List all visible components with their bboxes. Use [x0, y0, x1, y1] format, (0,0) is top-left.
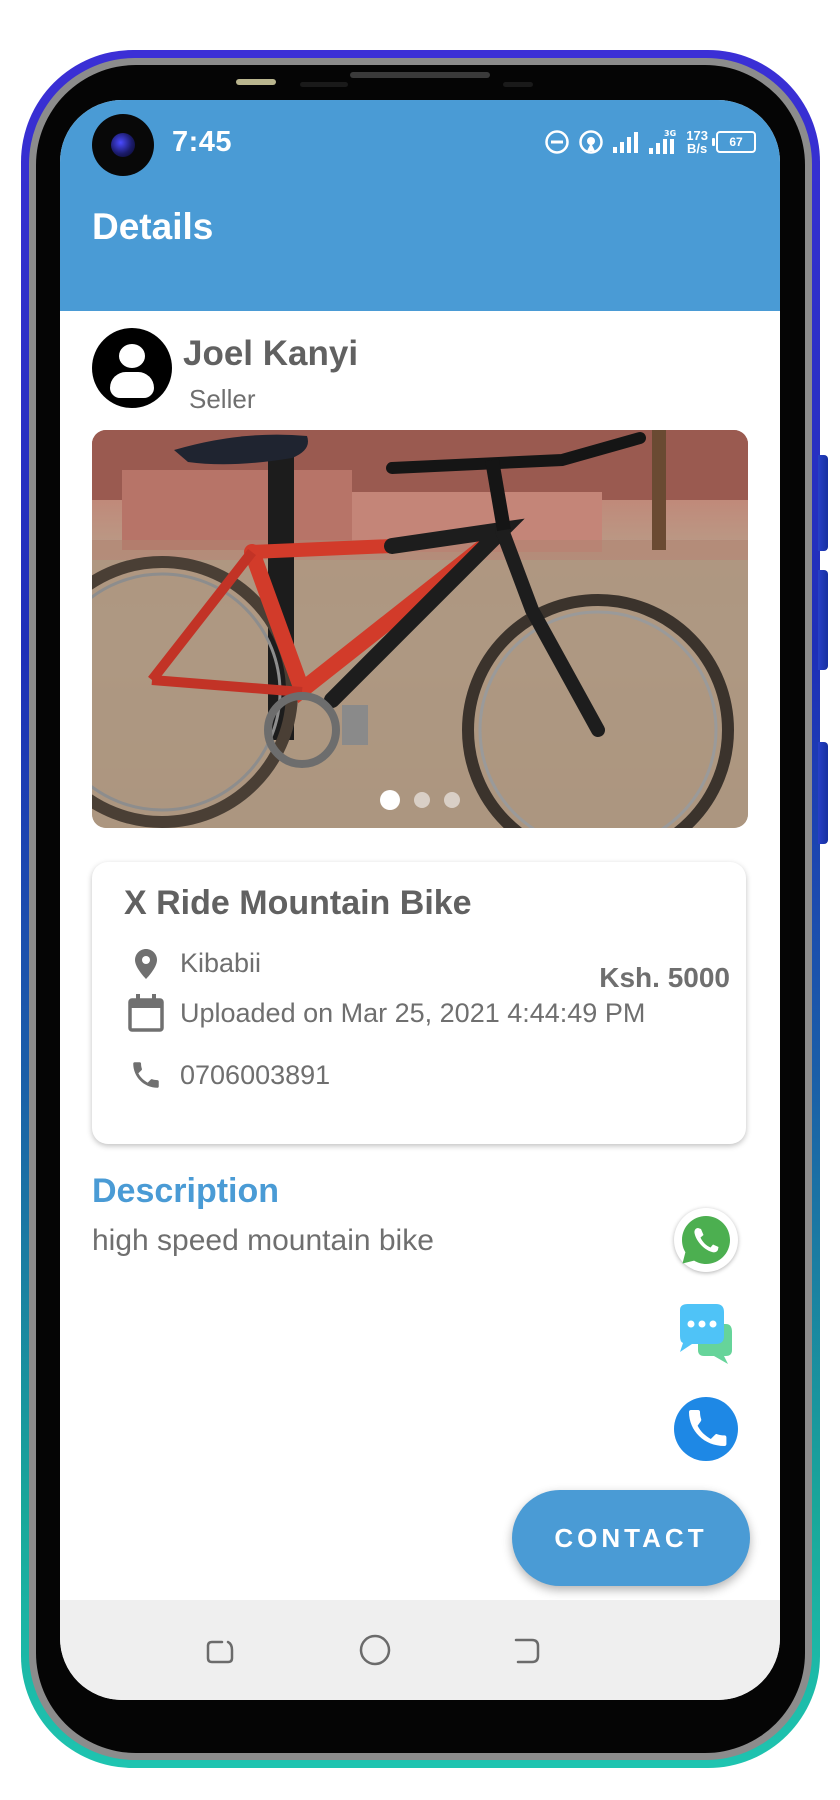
whatsapp-icon: [682, 1216, 730, 1264]
do-not-disturb-icon: [545, 130, 570, 154]
signal-icon: [613, 132, 639, 153]
screen: 7:45 3G 173 B/s 67 Details Joel Kanyi Se…: [60, 100, 780, 1700]
whatsapp-button[interactable]: [674, 1208, 738, 1272]
status-time: 7:45: [172, 126, 233, 158]
sensor-strip-left: [300, 82, 348, 87]
seller-name: Joel Kanyi: [183, 334, 359, 373]
phone-number: 0706003891: [180, 1059, 331, 1090]
bike-photo: [92, 430, 748, 828]
location-text: Kibabii: [180, 948, 262, 978]
carousel-dot[interactable]: [414, 792, 430, 808]
upload-date-row: Uploaded on Mar 25, 2021 4:44:49 PM: [124, 994, 645, 1032]
avatar-head: [119, 344, 145, 368]
speaker-grille: [350, 72, 490, 78]
listing-title: X Ride Mountain Bike: [124, 884, 472, 922]
system-navigation-bar: [60, 1600, 780, 1700]
listing-details-card: X Ride Mountain Bike Kibabii Ksh. 5000 U…: [92, 862, 746, 1144]
recent-apps-icon[interactable]: [202, 1632, 238, 1668]
page-title: Details: [92, 206, 214, 247]
carousel-indicator: [92, 790, 748, 810]
phone-row[interactable]: 0706003891: [124, 1058, 330, 1092]
sensor-strip-right: [503, 82, 533, 87]
carousel-dot[interactable]: [444, 792, 460, 808]
price: Ksh. 5000: [599, 962, 730, 993]
network-speed: 173 B/s: [686, 129, 708, 155]
battery-icon: 67: [712, 131, 756, 153]
front-camera: [92, 114, 154, 176]
location-row: Kibabii: [124, 948, 261, 979]
avatar[interactable]: [92, 328, 172, 408]
avatar-shoulders: [110, 372, 154, 398]
proximity-sensor: [236, 79, 276, 85]
call-button[interactable]: [674, 1397, 738, 1461]
seller-role: Seller: [189, 384, 256, 414]
signal-3g-icon: 3G: [649, 129, 676, 154]
volume-down-button: [818, 570, 828, 670]
volume-up-button: [818, 455, 828, 551]
svg-text:3G: 3G: [664, 129, 676, 138]
upload-date-text: Uploaded on Mar 25, 2021 4:44:49 PM: [180, 997, 646, 1028]
calendar-icon: [124, 994, 168, 1032]
product-image-carousel[interactable]: [92, 430, 748, 828]
call-icon: [689, 1410, 727, 1446]
location-pin-icon: [124, 948, 168, 979]
status-icons: 3G 173 B/s 67: [544, 124, 756, 160]
phone-icon: [124, 1058, 168, 1092]
contact-button[interactable]: CONTACT: [512, 1490, 750, 1586]
description-heading: Description: [92, 1172, 280, 1210]
carousel-dot[interactable]: [380, 790, 400, 810]
app-bar: 7:45 3G 173 B/s 67 Details: [60, 100, 780, 311]
network-speed-unit: B/s: [687, 141, 708, 156]
hotspot-icon: [579, 130, 604, 154]
description-text: high speed mountain bike: [92, 1224, 434, 1257]
chat-button[interactable]: [674, 1302, 738, 1366]
back-icon[interactable]: [508, 1632, 544, 1668]
power-button: [818, 742, 828, 844]
home-icon[interactable]: [357, 1632, 393, 1668]
chat-icon: [680, 1304, 732, 1364]
